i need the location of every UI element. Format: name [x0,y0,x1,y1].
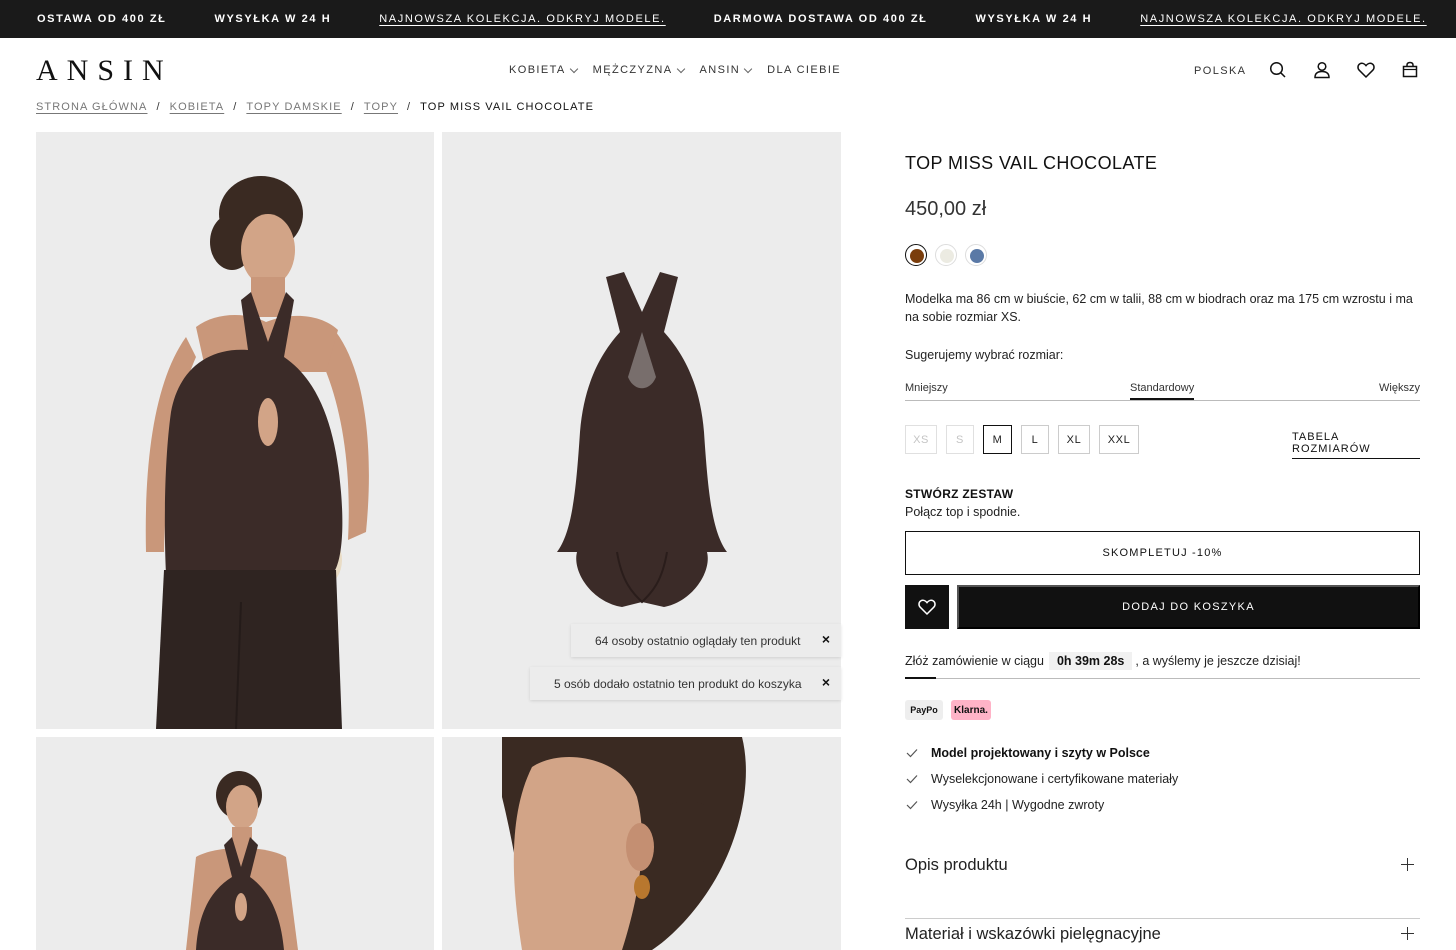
size-option-l[interactable]: L [1021,425,1049,454]
breadcrumb-separator: / [350,101,355,113]
delivery-progress-track [905,678,1420,679]
check-icon [905,747,931,759]
fit-option-standard[interactable]: Standardowy [1130,382,1195,400]
country-selector[interactable]: POLSKA [1194,65,1246,77]
color-swatch-chocolate[interactable] [905,244,927,266]
main-nav: KOBIETA MĘŻCZYZNA ANSIN DLA CIEBIE [509,64,841,76]
accordion-title: Materiał i wskazówki pielęgnacyjne [905,925,1161,943]
delivery-prefix: Złóż zamówienie w ciągu [905,654,1044,668]
delivery-progress-fill [905,677,936,679]
viewers-toast-text: 64 osoby ostatnio oglądały ten produkt [595,633,801,648]
nav-label: MĘŻCZYZNA [592,64,673,76]
heart-icon[interactable] [1356,60,1376,80]
size-option-xs[interactable]: XS [905,425,937,454]
promo-message[interactable]: NAJNOWSZA KOLEKCJA. ODKRYJ MODELE. [379,13,665,25]
size-selector: XS S M L XL XXL [905,425,1139,454]
header: ANSIN KOBIETA MĘŻCZYZNA ANSIN DLA CIEBIE… [0,38,1456,102]
add-to-cart-button[interactable]: DODAJ DO KOSZYKA [957,585,1420,629]
benefit-text: Model projektowany i szyty w Polsce [931,746,1150,760]
size-option-m[interactable]: M [983,425,1012,454]
product-image-model-front[interactable] [36,132,434,729]
size-option-xl[interactable]: XL [1058,425,1090,454]
color-swatch-cream[interactable] [935,244,957,266]
product-title: TOP MISS VAIL CHOCOLATE [905,153,1158,173]
breadcrumb-home[interactable]: STRONA GŁÓWNA [36,101,147,113]
product-price: 450,00 zł [905,198,987,220]
benefit-text: Wysyłka 24h | Wygodne zwroty [931,798,1105,812]
nav-item-kobieta[interactable]: KOBIETA [509,64,578,76]
delivery-suffix: , a wyślemy je jeszcze dzisiaj! [1135,654,1301,668]
bag-icon[interactable] [1400,60,1420,80]
plus-icon [1401,858,1414,871]
breadcrumb-topy[interactable]: TOPY [364,101,398,113]
size-table-link[interactable]: TABELA ROZMIARÓW [1292,431,1420,459]
promo-message: WYSYŁKA W 24 H [214,13,332,25]
nav-label: ANSIN [699,64,741,76]
cart-adds-toast-text: 5 osób dodało ostatnio ten produkt do ko… [554,676,802,691]
user-icon[interactable] [1312,60,1332,80]
heart-icon [918,599,936,616]
paypo-logo: PayPo [905,700,943,720]
plus-icon [1401,927,1414,940]
breadcrumb-separator: / [156,101,161,113]
color-dot [970,249,984,263]
cart-adds-toast: 5 osób dodało ostatnio ten produkt do ko… [530,667,841,700]
size-fit-scale: Mniejszy Standardowy Większy [905,381,1420,401]
promo-message[interactable]: NAJNOWSZA KOLEKCJA. ODKRYJ MODELE. [1140,13,1426,25]
klarna-logo: Klarna. [951,700,991,720]
chevron-down-icon [569,64,578,73]
complete-set-button[interactable]: SKOMPLETUJ -10% [905,531,1420,575]
benefit-item: Wyselekcjonowane i certyfikowane materia… [905,766,1178,792]
breadcrumb-kobieta[interactable]: KOBIETA [170,101,225,113]
logo[interactable]: ANSIN [36,56,173,86]
close-icon[interactable]: × [819,632,833,646]
breadcrumb: STRONA GŁÓWNA / KOBIETA / TOPY DAMSKIE /… [36,101,594,113]
breadcrumb-separator: / [407,101,412,113]
close-icon[interactable]: × [819,675,833,689]
promo-message: DARMOWA DOSTAWA OD 400 ZŁ [713,13,928,25]
size-option-xxl[interactable]: XXL [1099,425,1139,454]
chevron-down-icon [743,64,753,73]
accordion-title: Opis produktu [905,856,1008,874]
product-image-model-full[interactable] [36,737,434,950]
promo-message: WYSYŁKA W 24 H [975,13,1093,25]
color-dot [940,249,954,263]
fit-option-bigger[interactable]: Większy [1379,382,1420,394]
promo-bar: OSTAWA OD 400 ZŁ WYSYŁKA W 24 H NAJNOWSZA … [0,0,1456,38]
size-option-s[interactable]: S [946,425,974,454]
nav-item-mezczyzna[interactable]: MĘŻCZYZNA [592,64,685,76]
breadcrumb-separator: / [233,101,238,113]
nav-label: KOBIETA [509,64,566,76]
color-swatch-blue[interactable] [965,244,987,266]
set-title: STWÓRZ ZESTAW [905,487,1014,501]
benefits-list: Model projektowany i szyty w Polsce Wyse… [905,740,1178,818]
color-dot [910,249,924,263]
accordion-material-care[interactable]: Materiał i wskazówki pielęgnacyjne [905,919,1420,950]
set-subtitle: Połącz top i spodnie. [905,505,1021,519]
nav-label: DLA CIEBIE [767,64,842,76]
nav-item-dla-ciebie[interactable]: DLA CIEBIE [767,64,841,76]
check-icon [905,773,931,785]
viewers-toast: 64 osoby ostatnio oglądały ten produkt × [571,624,841,657]
benefit-item: Wysyłka 24h | Wygodne zwroty [905,792,1178,818]
check-icon [905,799,931,811]
benefit-text: Wyselekcjonowane i certyfikowane materia… [931,772,1179,786]
wishlist-button[interactable] [905,585,949,629]
model-size-note: Modelka ma 86 cm w biuście, 62 cm w tali… [905,292,1413,324]
chevron-down-icon [676,64,685,73]
nav-item-ansin[interactable]: ANSIN [699,64,753,76]
fit-option-smaller[interactable]: Mniejszy [905,382,948,394]
product-image-detail[interactable] [442,737,841,950]
promo-message: OSTAWA OD 400 ZŁ [37,13,167,25]
search-icon[interactable] [1268,60,1288,80]
size-suggestion-label: Sugerujemy wybrać rozmiar: [905,348,1064,362]
delivery-timer: 0h 39m 28s [1048,652,1133,670]
delivery-countdown: Złóż zamówienie w ciągu 0h 39m 28s , a w… [905,652,1301,670]
breadcrumb-current: TOP MISS VAIL CHOCOLATE [420,101,595,113]
breadcrumb-topy-damskie[interactable]: TOPY DAMSKIE [246,101,341,113]
benefit-item: Model projektowany i szyty w Polsce [905,740,1178,766]
accordion-product-description[interactable]: Opis produktu [905,850,1420,919]
promo-ticker: OSTAWA OD 400 ZŁ WYSYŁKA W 24 H NAJNOWSZA … [37,0,1456,38]
